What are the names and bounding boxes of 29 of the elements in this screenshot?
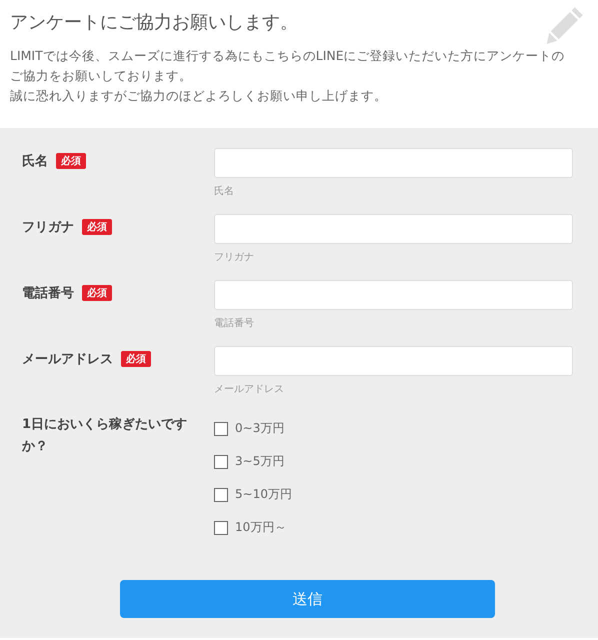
required-badge: 必須 [56,153,86,169]
checkbox[interactable] [214,422,228,436]
option-label[interactable]: 5~10万円 [235,486,292,503]
field-hint: メールアドレス [214,383,284,396]
submit-button[interactable]: 送信 [120,580,495,618]
page-title: アンケートにご協力お願いします。 [10,11,298,34]
field-hint: 氏名 [214,184,234,198]
field-label: フリガナ [22,219,74,236]
intro-text: LIMITでは今後、スムーズに進行する為にもこちらのLINEにご登録いただいた方にアンケートのご協力をお願いしております。 [10,47,566,85]
option-label[interactable]: 0~3万円 [235,420,284,437]
checkbox[interactable] [214,520,228,534]
field-hint: 電話番号 [214,316,254,330]
option-label[interactable]: 3~5万円 [235,453,284,470]
option-label[interactable]: 10万円～ [235,519,286,536]
checkbox[interactable] [214,454,228,468]
input-field[interactable] [214,346,573,376]
checkbox[interactable] [214,488,228,502]
question-label: 1日においくら稼ぎたいですか？ [22,416,188,456]
field-label: 電話番号 [22,285,74,302]
field-hint: フリガナ [214,251,254,264]
required-badge: 必須 [82,285,112,301]
field-label: メールアドレス [22,351,113,368]
input-field[interactable] [214,280,573,310]
field-label: 氏名 [22,152,48,170]
required-badge: 必須 [82,219,112,235]
input-field[interactable] [214,148,573,178]
input-field[interactable] [214,214,573,244]
intro-text: 誠に恐れ入りますがご協力のほどよろしくお願い申し上げます。 [10,87,388,105]
required-badge: 必須 [121,351,151,367]
